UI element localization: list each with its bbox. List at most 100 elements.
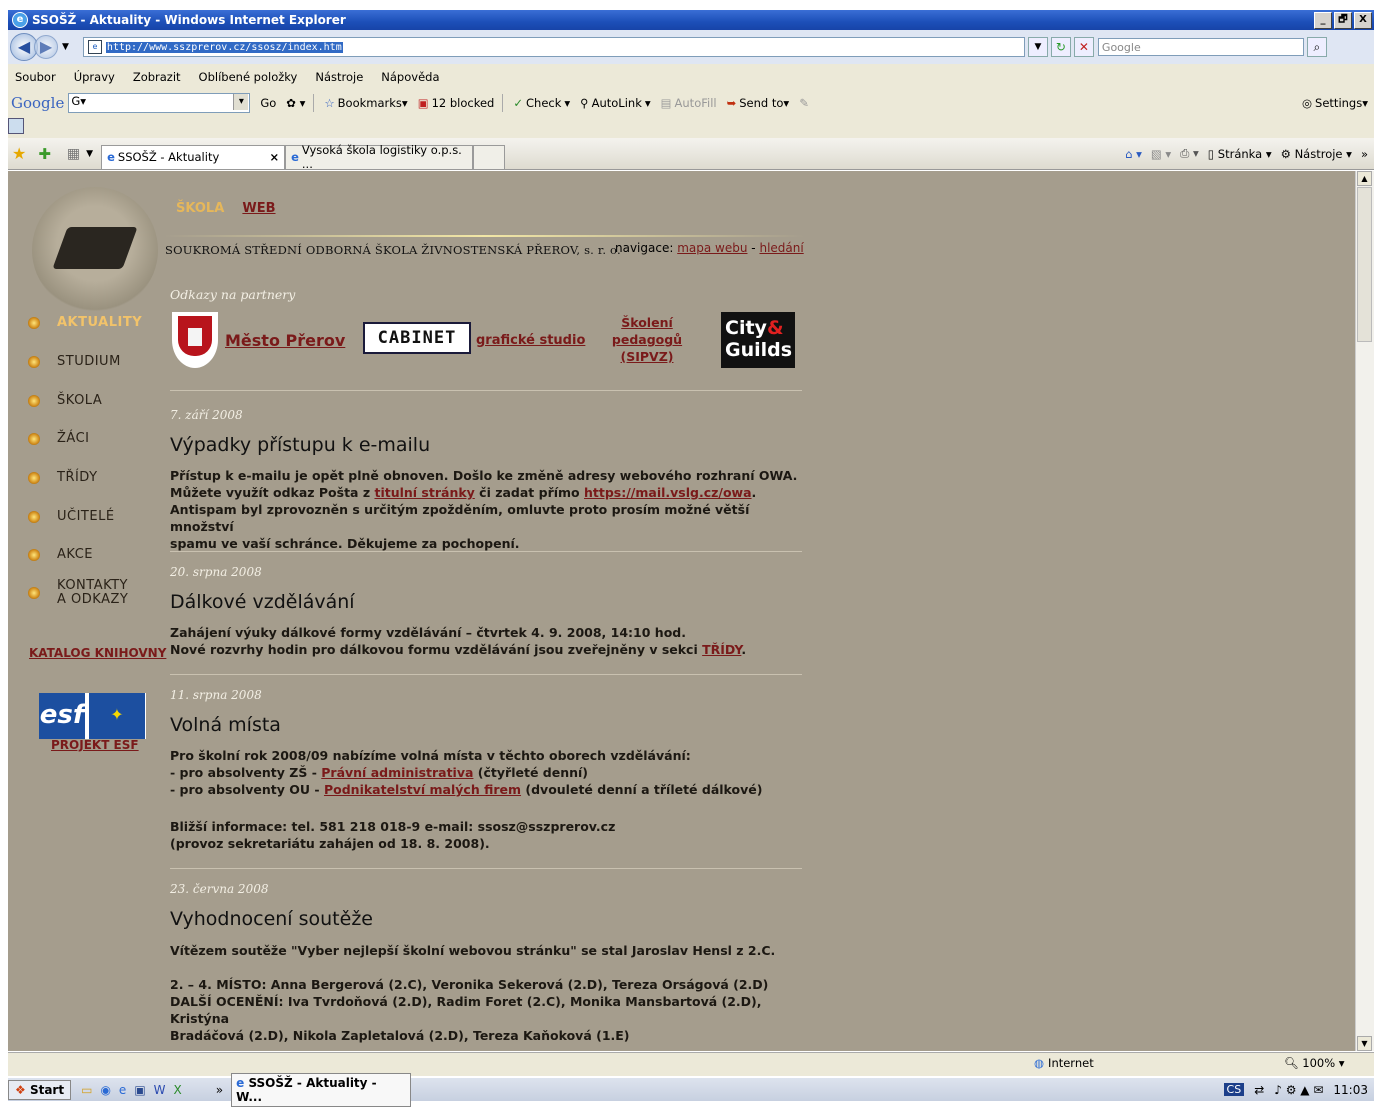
title-page-link[interactable]: titulní stránky	[374, 485, 474, 500]
search-input[interactable]: Google	[1097, 38, 1304, 56]
zoom-control[interactable]: 🔍︎ 100% ▾	[1284, 1056, 1345, 1070]
tab-web[interactable]: WEB	[242, 201, 275, 216]
send-to-button[interactable]: ➥ Send to▾	[727, 96, 790, 110]
bookmarks-button[interactable]: ☆ Bookmarks▾	[324, 96, 407, 110]
add-favorite-icon[interactable]: ✚	[38, 145, 51, 163]
tray-network-icon[interactable]: ⇄	[1254, 1083, 1264, 1097]
menu-view[interactable]: Zobrazit	[133, 70, 181, 84]
quicklaunch-more-icon[interactable]: »	[216, 1083, 223, 1097]
restore-button[interactable]: 🗗	[1334, 12, 1352, 29]
print-icon[interactable]: ⎙ ▾	[1180, 146, 1199, 161]
sitemap-link[interactable]: mapa webu	[677, 241, 747, 255]
partner-mesto-prerov-link[interactable]: Město Přerov	[225, 331, 345, 350]
partner-city-guilds-logo[interactable]: City& Guilds	[721, 312, 795, 368]
puzzle-icon[interactable]: ✿ ▾	[286, 96, 305, 110]
url-input[interactable]: e http://www.sszprerov.cz/ssosz/index.ht…	[82, 37, 1025, 57]
skoleni-line: (SIPVZ)	[620, 349, 674, 364]
media-icon[interactable]: ◉	[100, 1083, 110, 1097]
sidebar-item-kontakty[interactable]: KONTAKTY A ODKAZY	[28, 579, 128, 607]
partner-skoleni-link[interactable]: Školení pedagogů (SIPVZ)	[604, 314, 690, 365]
library-catalog-link[interactable]: KATALOG KNIHOVNY	[29, 646, 166, 660]
menu-favorites[interactable]: Oblíbené položky	[199, 70, 298, 84]
taskbar-window-button[interactable]: e SSOŠŽ - Aktuality - W...	[231, 1072, 412, 1107]
search-link[interactable]: hledání	[759, 241, 803, 255]
tab-skola[interactable]: ŠKOLA	[176, 201, 224, 216]
stop-icon[interactable]: ✕	[1073, 37, 1094, 57]
autofill-button[interactable]: ▤ AutoFill	[661, 96, 717, 110]
tab-label: SSOŠŽ - Aktuality	[117, 150, 220, 164]
tridy-link[interactable]: TŘÍDY	[702, 642, 741, 657]
tab-vysoka-skola[interactable]: e Vysoká škola logistiky o.p.s. ...	[285, 143, 474, 171]
settings-label: Settings▾	[1315, 96, 1368, 110]
popup-blocker-button[interactable]: ▣ 12 blocked	[418, 96, 495, 110]
new-tab-button[interactable]	[473, 144, 506, 169]
page-icon: e	[87, 40, 102, 54]
sidebar-item-ucitele[interactable]: UČITELÉ	[28, 510, 115, 524]
menu-tools[interactable]: Nástroje	[315, 70, 363, 84]
tools-menu-label: Nástroje	[1294, 146, 1343, 161]
partner-cabinet-logo[interactable]: CABINET	[363, 322, 471, 354]
highlighter-icon[interactable]: ✎	[799, 96, 809, 110]
start-button[interactable]: ❖ Start	[8, 1079, 72, 1100]
esf-logo[interactable]: esf ✦	[39, 693, 146, 739]
tab-aktuality[interactable]: e SSOŠŽ - Aktuality ×	[101, 144, 286, 169]
ie-quicklaunch-icon[interactable]: e	[119, 1083, 126, 1097]
spellcheck-button[interactable]: ✓ Check ▾	[513, 96, 570, 110]
tools-menu[interactable]: ⚙ Nástroje ▾	[1281, 147, 1352, 161]
pravni-administrativa-link[interactable]: Právní administrativa	[321, 765, 473, 780]
scroll-up-icon[interactable]: ▲	[1357, 171, 1372, 186]
sidebar-item-tridy[interactable]: TŘÍDY	[28, 471, 98, 485]
google-search-input[interactable]: G▾	[68, 93, 251, 113]
history-dropdown-icon[interactable]: ▼	[62, 42, 69, 52]
owa-link[interactable]: https://mail.vslg.cz/owa	[584, 485, 752, 500]
tray-icons[interactable]: ♪ ⚙ ▲ ✉	[1274, 1083, 1323, 1097]
url-dropdown-icon[interactable]: ▼	[1027, 37, 1048, 57]
close-window-button[interactable]: X	[1354, 12, 1372, 29]
partner-graficke-studio-link[interactable]: grafické studio	[476, 333, 585, 348]
save-icon[interactable]: ▣	[134, 1083, 145, 1097]
word-icon[interactable]: W	[154, 1083, 166, 1097]
scrollbar-thumb[interactable]	[1357, 187, 1372, 342]
school-name: SOUKROMÁ STŘEDNÍ ODBORNÁ ŠKOLA ŽIVNOSTEN…	[165, 243, 621, 257]
favorites-star-icon[interactable]: ★	[12, 144, 26, 163]
go-button[interactable]: Go	[260, 96, 276, 110]
feeds-icon[interactable]: ▧ ▾	[1151, 147, 1171, 161]
esf-project-link[interactable]: PROJEKT ESF	[51, 738, 139, 752]
menu-file[interactable]: Soubor	[15, 70, 56, 84]
prerov-coat-of-arms-icon[interactable]	[172, 312, 218, 368]
menu-help[interactable]: Nápověda	[381, 70, 439, 84]
sidebar-item-skola[interactable]: ŠKOLA	[28, 394, 102, 408]
sidebar-item-label: STUDIUM	[57, 354, 121, 369]
news-title: Volná místa	[170, 714, 281, 736]
excel-icon[interactable]: X	[174, 1083, 182, 1097]
more-chevron-icon[interactable]: »	[1361, 147, 1368, 161]
tab-list-dropdown-icon[interactable]: ▼	[86, 149, 93, 159]
sidebar-item-akce[interactable]: AKCE	[28, 548, 93, 562]
school-logo[interactable]	[32, 187, 158, 313]
page-menu[interactable]: ▯ Stránka ▾	[1208, 147, 1272, 161]
minimize-button[interactable]: _	[1314, 12, 1332, 29]
menu-edit[interactable]: Úpravy	[74, 70, 115, 84]
news-line: 2. – 4. MÍSTO: Anna Bergerová (2.C), Ver…	[170, 977, 769, 992]
url-text[interactable]: http://www.sszprerov.cz/ssosz/index.htm	[105, 41, 343, 53]
sidebar-item-zaci[interactable]: ŽÁCI	[28, 432, 89, 446]
autofill-label: AutoFill	[674, 96, 717, 110]
sidebar-item-aktuality[interactable]: AKTUALITY	[28, 316, 142, 330]
search-icon[interactable]: ⌕	[1306, 37, 1327, 57]
vertical-scrollbar[interactable]: ▲ ▼	[1355, 171, 1374, 1051]
quick-tabs-icon[interactable]: ▦	[67, 146, 80, 162]
sidebar-item-studium[interactable]: STUDIUM	[28, 355, 121, 369]
forward-button[interactable]: ▶	[34, 35, 58, 59]
scroll-down-icon[interactable]: ▼	[1357, 1036, 1372, 1051]
extension-icon[interactable]	[8, 118, 24, 134]
close-tab-icon[interactable]: ×	[269, 150, 279, 164]
refresh-icon[interactable]: ↻	[1050, 37, 1071, 57]
settings-button[interactable]: ◎ Settings▾	[1302, 96, 1368, 110]
security-zone[interactable]: ◍ Internet	[1034, 1056, 1094, 1070]
podnikatelstvi-link[interactable]: Podnikatelství malých firem	[324, 782, 521, 797]
folder-icon[interactable]: ▭	[81, 1083, 92, 1097]
header-divider	[164, 235, 804, 237]
autolink-button[interactable]: ⚲ AutoLink ▾	[580, 96, 650, 110]
language-indicator[interactable]: CS	[1223, 1083, 1245, 1096]
home-icon[interactable]: ⌂ ▾	[1125, 147, 1142, 161]
